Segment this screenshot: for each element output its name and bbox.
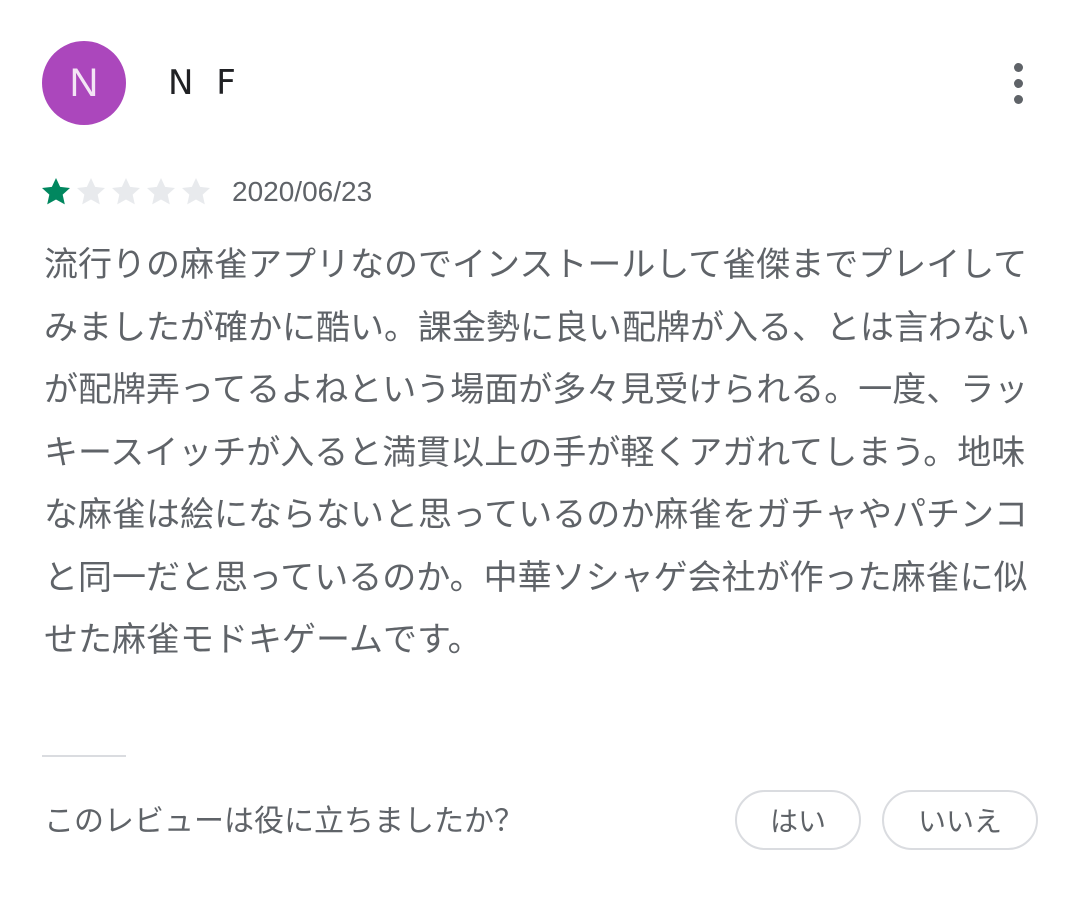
star-filled-icon (42, 178, 70, 205)
reviewer-name: N F (168, 63, 242, 103)
star-rating (40, 176, 212, 208)
more-vertical-icon-dot (1013, 94, 1023, 104)
more-vertical-icon-dot (1013, 62, 1023, 72)
star-empty-icon (147, 178, 175, 205)
helpful-yes-label: はい (769, 805, 826, 838)
star-empty-icon (77, 178, 105, 205)
more-vertical-icon-dot (1013, 78, 1023, 88)
helpful-no-button[interactable]: いいえ (882, 790, 1038, 850)
more-options-button[interactable] (996, 58, 1040, 108)
rating-row: 2020/06/23 (40, 172, 372, 212)
star-empty-icon (112, 178, 140, 205)
divider (42, 755, 126, 757)
helpful-no-label: いいえ (917, 805, 1002, 838)
review-text: 流行りの麻雀アプリなのでインストールして雀傑までプレイしてみましたが確かに酷い。… (44, 245, 1030, 660)
avatar: N (42, 41, 126, 125)
avatar-initial: N (69, 60, 99, 105)
star-empty-icon (182, 178, 210, 205)
helpful-yes-button[interactable]: はい (735, 790, 861, 850)
helpful-question: このレビューは役に立ちましたか？ (44, 804, 524, 839)
review-date: 2020/06/23 (232, 176, 373, 207)
